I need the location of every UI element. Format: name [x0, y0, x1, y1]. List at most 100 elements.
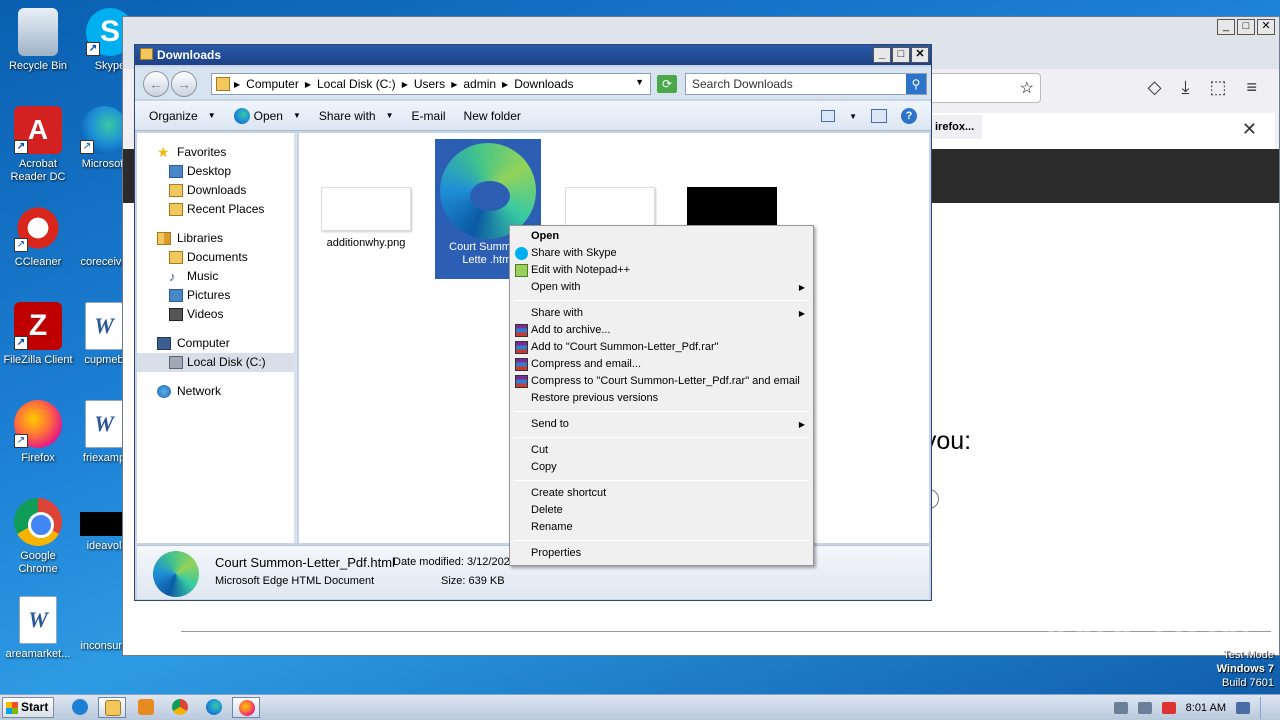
menu-item-add-to-rar[interactable]: Add to "Court Summon-Letter_Pdf.rar" [512, 339, 811, 356]
organize-button[interactable]: Organize ▼ [149, 109, 216, 123]
chevron-right-icon[interactable]: ▶ [402, 80, 408, 89]
file-item[interactable]: additionwhy.png [313, 187, 419, 250]
breadcrumb-item[interactable]: Computer [246, 77, 299, 91]
menu-icon[interactable]: ≡ [1246, 77, 1257, 98]
nav-item-libraries[interactable]: Libraries [137, 229, 294, 248]
menu-item-open[interactable]: Open [512, 228, 811, 245]
search-box[interactable]: ⚲ [685, 73, 927, 95]
desktop-icon-areamarket[interactable]: W areamarket... [0, 596, 76, 661]
menu-item-send-to[interactable]: Send to ▶ [512, 416, 811, 433]
new-folder-button[interactable]: New folder [464, 109, 521, 123]
close-button[interactable]: ✕ [1257, 19, 1275, 35]
menu-item-cut[interactable]: Cut [512, 442, 811, 459]
maximize-button[interactable]: □ [892, 47, 910, 63]
email-button[interactable]: E-mail [412, 109, 446, 123]
desktop-icon-chrome[interactable]: Google Chrome [0, 498, 76, 576]
breadcrumb-item[interactable]: Users [414, 77, 445, 91]
test-mode-label: Test Mode [1223, 649, 1274, 661]
breadcrumb-item[interactable]: Downloads [514, 77, 573, 91]
extensions-icon[interactable]: ⬚ [1209, 77, 1226, 98]
nav-item-documents[interactable]: Documents [137, 248, 294, 267]
nav-item-recent-places[interactable]: Recent Places [137, 200, 294, 219]
share-with-button[interactable]: Share with ▼ [319, 109, 394, 123]
taskbar-ie[interactable] [66, 697, 94, 718]
close-button[interactable]: ✕ [911, 47, 929, 63]
desktop-icon-label: Acrobat Reader DC [10, 158, 66, 183]
breadcrumb[interactable]: ▶ Computer ▶ Local Disk (C:) ▶ Users ▶ a… [211, 73, 651, 95]
browser-url-bar[interactable]: ☆ [923, 73, 1041, 103]
nav-item-desktop[interactable]: Desktop [137, 162, 294, 181]
open-button[interactable]: Open ▼ [233, 107, 301, 124]
nav-item-downloads[interactable]: Downloads [137, 181, 294, 200]
menu-item-add-to-archive[interactable]: Add to archive... [512, 322, 811, 339]
menu-item-open-with[interactable]: Open with ▶ [512, 279, 811, 296]
explorer-title-bar[interactable]: Downloads _ □ ✕ [135, 45, 931, 65]
download-icon[interactable]: ⤓ [1182, 77, 1190, 98]
help-icon[interactable]: ? [901, 108, 917, 124]
address-bar-area: ← → ▶ Computer ▶ Local Disk (C:) ▶ Users… [135, 67, 931, 99]
security-icon[interactable] [1161, 701, 1176, 714]
menu-item-delete[interactable]: Delete [512, 502, 811, 519]
preview-pane-icon[interactable] [871, 109, 887, 123]
pocket-icon[interactable]: ◇ [1148, 77, 1162, 98]
nav-item-computer[interactable]: Computer [137, 334, 294, 353]
search-input[interactable] [686, 74, 896, 94]
action-center-icon[interactable] [1236, 701, 1250, 714]
network-icon[interactable] [1137, 701, 1152, 714]
desktop-icon-firefox[interactable]: ↗ Firefox [0, 400, 76, 465]
volume-icon[interactable] [1113, 701, 1128, 714]
nav-item-local-disk[interactable]: Local Disk (C:) [137, 353, 294, 372]
chevron-down-icon[interactable]: ▼ [849, 112, 857, 121]
taskbar-chrome[interactable] [166, 697, 194, 718]
nav-item-music[interactable]: ♪ Music [137, 267, 294, 286]
change-view-icon[interactable] [821, 110, 836, 122]
maximize-button[interactable]: □ [1237, 19, 1255, 35]
taskbar-firefox[interactable] [232, 697, 260, 718]
show-desktop-button[interactable] [1260, 696, 1274, 719]
menu-item-compress-to-rar-email[interactable]: Compress to "Court Summon-Letter_Pdf.rar… [512, 373, 811, 390]
taskbar-media-player[interactable] [132, 697, 160, 718]
breadcrumb-item[interactable]: admin [463, 77, 496, 91]
refresh-button[interactable]: ⟳ [657, 75, 677, 93]
back-button[interactable]: ← [143, 71, 169, 97]
notepad-plus-plus-icon [515, 264, 528, 277]
menu-item-restore-previous[interactable]: Restore previous versions [512, 390, 811, 407]
menu-item-compress-and-email[interactable]: Compress and email... [512, 356, 811, 373]
taskbar-explorer[interactable] [98, 697, 126, 718]
nav-item-favorites[interactable]: ★ Favorites [137, 143, 294, 162]
start-button[interactable]: Start [2, 697, 54, 718]
forward-button[interactable]: → [171, 71, 197, 97]
windows-version-text: Test Mode Windows 7 Build 7601 [1217, 648, 1274, 690]
clock[interactable]: 8:01 AM [1186, 702, 1226, 714]
taskbar-edge[interactable] [200, 697, 228, 718]
notification-pill[interactable]: irefox... [927, 115, 983, 139]
nav-item-network[interactable]: Network [137, 382, 294, 401]
bookmark-star-icon[interactable]: ☆ [1020, 78, 1034, 98]
desktop-icon-ccleaner[interactable]: ↗ CCleaner [0, 204, 76, 269]
menu-item-edit-with-notepad[interactable]: Edit with Notepad++ [512, 262, 811, 279]
chevron-right-icon[interactable]: ▶ [234, 80, 240, 89]
chevron-down-icon[interactable]: ▼ [635, 77, 644, 87]
breadcrumb-item[interactable]: Local Disk (C:) [317, 77, 396, 91]
minimize-button[interactable]: _ [873, 47, 891, 63]
desktop-icon-label: Firefox [21, 452, 55, 464]
chevron-right-icon[interactable]: ▶ [502, 80, 508, 89]
firefox-icon: ↗ [14, 400, 62, 448]
chevron-down-icon[interactable]: ▼ [293, 111, 301, 120]
menu-item-rename[interactable]: Rename [512, 519, 811, 536]
desktop-icon-recycle-bin[interactable]: Recycle Bin [0, 8, 76, 73]
menu-item-share-with[interactable]: Share with ▶ [512, 305, 811, 322]
nav-item-videos[interactable]: Videos [137, 305, 294, 324]
menu-item-create-shortcut[interactable]: Create shortcut [512, 485, 811, 502]
menu-item-share-with-skype[interactable]: Share with Skype [512, 245, 811, 262]
chevron-right-icon[interactable]: ▶ [451, 80, 457, 89]
close-icon[interactable]: ✕ [1242, 119, 1257, 140]
desktop-icon-filezilla[interactable]: Z ↗ FileZilla Client [0, 302, 76, 367]
desktop-icon-acrobat[interactable]: A ↗ Acrobat Reader DC [0, 106, 76, 184]
menu-item-properties[interactable]: Properties [512, 545, 811, 562]
chevron-right-icon[interactable]: ▶ [305, 80, 311, 89]
minimize-button[interactable]: _ [1217, 19, 1235, 35]
nav-item-pictures[interactable]: Pictures [137, 286, 294, 305]
menu-item-copy[interactable]: Copy [512, 459, 811, 476]
search-icon[interactable]: ⚲ [906, 74, 926, 94]
